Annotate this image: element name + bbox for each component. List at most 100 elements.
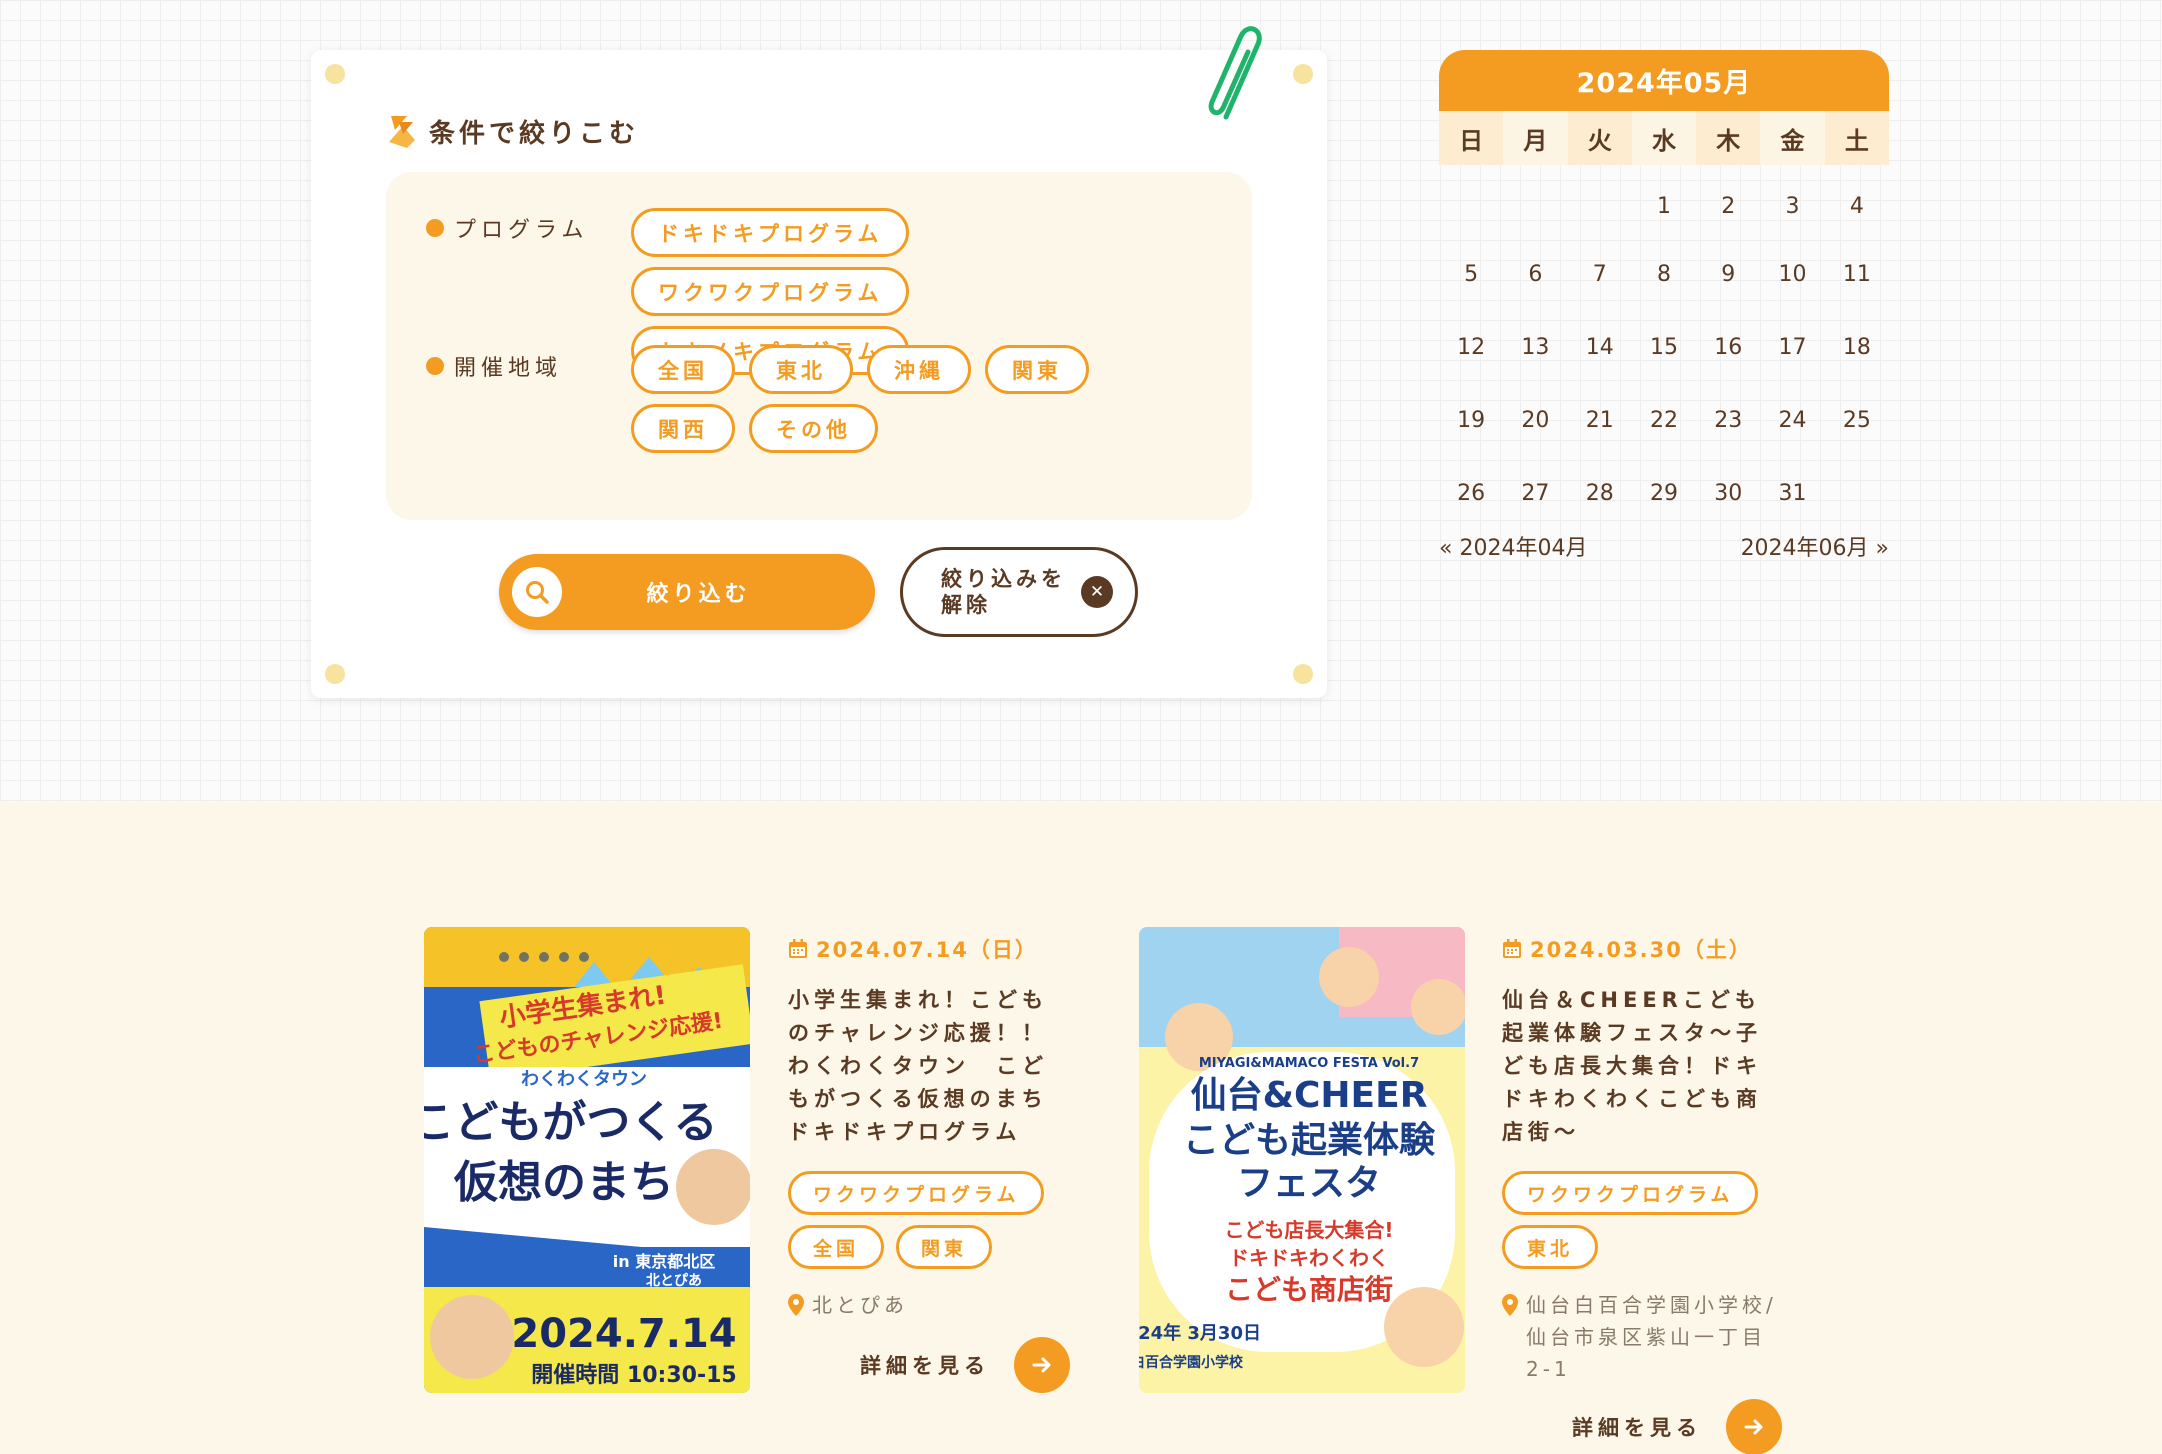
chip-program-dokidoki[interactable]: ドキドキプログラム	[631, 208, 910, 257]
clear-filter-button[interactable]: 絞り込みを解除 ✕	[900, 547, 1138, 637]
calendar-day[interactable]: 20	[1503, 384, 1567, 457]
bullet-icon	[426, 357, 444, 375]
region-row-label: 開催地域	[426, 350, 562, 382]
calendar-day[interactable]: 7	[1568, 238, 1632, 311]
event-card-info: 2024.03.30（土） 仙台＆CHEERこども起業体験フェスタ〜子ども店長大…	[1502, 934, 1782, 1454]
event-detail-link[interactable]: 詳細を見る	[1502, 1399, 1782, 1454]
filter-heading: 条件で絞りこむ	[385, 112, 639, 150]
clear-filter-label: 絞り込みを解除	[941, 567, 1066, 617]
event-tag[interactable]: ワクワクプログラム	[788, 1171, 1045, 1215]
calendar-day[interactable]: 29	[1632, 457, 1696, 530]
calendar-empty-cell	[1439, 165, 1503, 238]
calendar-day[interactable]: 24	[1760, 384, 1824, 457]
chip-region-kanto[interactable]: 関東	[985, 345, 1089, 394]
calendar-day[interactable]: 21	[1568, 384, 1632, 457]
calendar-day[interactable]: 9	[1696, 238, 1760, 311]
calendar-day[interactable]: 18	[1825, 311, 1889, 384]
calendar-day[interactable]: 16	[1696, 311, 1760, 384]
event-poster-image[interactable]: 小学生集まれ! こどものチャレンジ応援! わくわくタウン こどもがつくる 仮想の…	[424, 927, 750, 1393]
event-date-text: 2024.03.30（土）	[1530, 938, 1752, 962]
weekday-sun: 日	[1439, 111, 1504, 165]
poster-line-2: 仙台&CHEER	[1191, 1075, 1428, 1116]
calendar-next-link[interactable]: 2024年06月 »	[1741, 530, 1889, 562]
event-location: 北とぴあ	[788, 1289, 1070, 1321]
event-tag[interactable]: 関東	[896, 1225, 993, 1269]
event-title[interactable]: 小学生集まれ！こどものチャレンジ応援！！わくわくタウン こどもがつくる仮想のまち…	[788, 984, 1070, 1149]
paperclip-icon	[1208, 26, 1262, 120]
calendar-day[interactable]: 3	[1760, 165, 1824, 238]
weekday-fri: 金	[1760, 111, 1825, 165]
chip-region-other[interactable]: その他	[749, 404, 878, 453]
filter-logo-icon	[389, 116, 415, 148]
calendar-day[interactable]: 26	[1439, 457, 1503, 530]
event-tag[interactable]: ワクワクプログラム	[1502, 1171, 1759, 1215]
calendar-day[interactable]: 5	[1439, 238, 1503, 311]
event-date: 2024.03.30（土）	[1502, 934, 1782, 964]
event-detail-link[interactable]: 詳細を見る	[788, 1337, 1070, 1393]
poster-line-6: in 東京都北区	[613, 1252, 715, 1271]
calendar-week-row: 19 20 21 22 23 24 25	[1439, 384, 1889, 457]
event-detail-label: 詳細を見る	[860, 1354, 990, 1378]
calendar-day[interactable]: 17	[1760, 311, 1824, 384]
calendar-day[interactable]: 14	[1568, 311, 1632, 384]
filter-title: 条件で絞りこむ	[429, 118, 640, 149]
weekday-wed: 水	[1631, 111, 1697, 165]
search-button-label: 絞り込む	[646, 582, 751, 607]
calendar-day[interactable]: 12	[1439, 311, 1503, 384]
region-label: 開催地域	[454, 356, 563, 381]
poster-line-4: フェスタ	[1237, 1163, 1381, 1204]
calendar-widget: 2024年05月 日 月 火 水 木 金 土 1 2 3 4 5 6 7 8 9 10 11 12 13…	[1439, 50, 1889, 562]
event-tag[interactable]: 東北	[1502, 1225, 1599, 1269]
arrow-right-icon	[1014, 1337, 1070, 1393]
weekday-sat: 土	[1824, 111, 1889, 165]
filter-panel: 条件で絞りこむ プログラム ドキドキプログラム ワクワクプログラム トキメキプロ…	[311, 26, 1327, 698]
calendar-day[interactable]: 30	[1696, 457, 1760, 530]
calendar-day[interactable]: 2	[1696, 165, 1760, 238]
events-section-background	[0, 802, 2162, 1454]
calendar-day[interactable]: 15	[1632, 311, 1696, 384]
poster-line-3: わくわくタウン	[521, 1069, 647, 1090]
corner-dot	[325, 64, 345, 84]
event-card-info: 2024.07.14（日） 小学生集まれ！こどものチャレンジ応援！！わくわくタウ…	[788, 934, 1070, 1393]
calendar-day[interactable]: 23	[1696, 384, 1760, 457]
calendar-day[interactable]: 22	[1632, 384, 1696, 457]
chip-region-zenkoku[interactable]: 全国	[631, 345, 735, 394]
event-poster-graphic: 小学生集まれ! こどものチャレンジ応援! わくわくタウン こどもがつくる 仮想の…	[424, 927, 750, 1393]
poster-line-9: 白百合学園小学校	[1139, 1354, 1244, 1371]
calendar-week-row: 12 13 14 15 16 17 18	[1439, 311, 1889, 384]
calendar-day[interactable]: 1	[1632, 165, 1696, 238]
map-pin-icon	[1502, 1294, 1518, 1316]
calendar-day[interactable]: 8	[1632, 238, 1696, 311]
calendar-day[interactable]: 25	[1825, 384, 1889, 457]
chip-region-kansai[interactable]: 関西	[631, 404, 735, 453]
calendar-day[interactable]: 28	[1568, 457, 1632, 530]
event-tag[interactable]: 全国	[788, 1225, 885, 1269]
calendar-day[interactable]: 19	[1439, 384, 1503, 457]
chip-region-okinawa[interactable]: 沖縄	[867, 345, 971, 394]
calendar-day[interactable]: 27	[1503, 457, 1567, 530]
calendar-day[interactable]: 11	[1825, 238, 1889, 311]
poster-line-1: MIYAGI&MAMACO FESTA Vol.7	[1199, 1056, 1419, 1071]
calendar-day[interactable]: 6	[1503, 238, 1567, 311]
poster-line-8: 2024.7.14	[511, 1311, 736, 1357]
poster-line-7: 北とぴあ	[646, 1273, 702, 1289]
weekday-thu: 木	[1696, 111, 1761, 165]
search-button[interactable]: 絞り込む	[499, 554, 875, 630]
calendar-day[interactable]: 13	[1503, 311, 1567, 384]
calendar-week-row: 5 6 7 8 9 10 11	[1439, 238, 1889, 311]
chip-region-tohoku[interactable]: 東北	[749, 345, 853, 394]
weekday-mon: 月	[1503, 111, 1568, 165]
calendar-day[interactable]: 10	[1760, 238, 1824, 311]
event-title[interactable]: 仙台＆CHEERこども起業体験フェスタ〜子ども店長大集合！ドキドキわくわくこども…	[1502, 984, 1782, 1149]
calendar-prev-link[interactable]: « 2024年04月	[1439, 530, 1587, 562]
calendar-day[interactable]: 4	[1825, 165, 1889, 238]
event-tags: ワクワクプログラム 東北	[1502, 1171, 1782, 1269]
chip-program-wakuwaku[interactable]: ワクワクプログラム	[631, 267, 910, 316]
event-location-text: 北とぴあ	[812, 1293, 908, 1317]
poster-line-6: ドキドキわくわく	[1229, 1246, 1389, 1270]
calendar-grid: 日 月 火 水 木 金 土 1 2 3 4 5 6 7 8 9 10 11 12 13 14 15 16 17 1…	[1439, 111, 1889, 530]
program-row-label: プログラム	[426, 212, 588, 244]
event-poster-image[interactable]: MIYAGI&MAMACO FESTA Vol.7 仙台&CHEER こども起業…	[1139, 927, 1465, 1393]
calendar-day[interactable]: 31	[1760, 457, 1824, 530]
calendar-empty-cell	[1503, 165, 1567, 238]
